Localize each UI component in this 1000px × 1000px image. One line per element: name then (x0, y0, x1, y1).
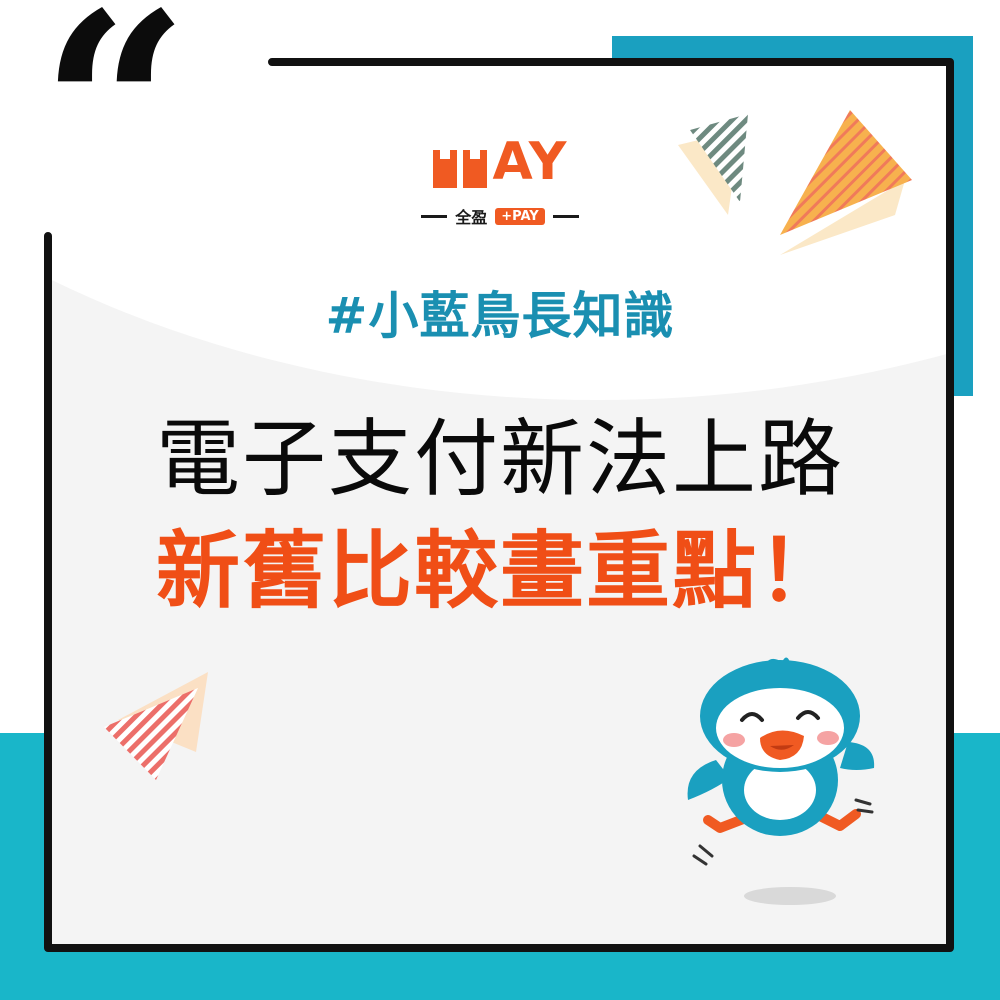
brand-logo-wordmark: AY (432, 132, 568, 192)
mascot-cheek-right (817, 731, 839, 745)
mascot-cheek-left (723, 733, 745, 747)
blue-bird-mascot-icon (687, 657, 875, 905)
brand-logo-sub-text: 全盈 (455, 208, 488, 227)
hashtag-title: #小藍鳥長知識 (325, 287, 675, 345)
subheadline: 新舊比較畫重點！ (155, 522, 844, 620)
logo-blocks-icon (432, 150, 487, 188)
brand-logo-subline: 全盈 +PAY (400, 204, 600, 228)
headline: 電子支付新法上路 (155, 410, 844, 508)
mascot-leg-right (815, 809, 861, 831)
brand-logo: AY 全盈 +PAY (400, 136, 600, 246)
mascot-shadow (744, 887, 836, 905)
brand-logo-pill: +PAY (495, 207, 545, 225)
logo-dash-right (552, 214, 579, 218)
brand-logo-text: AY (492, 132, 568, 192)
quote-mark-icon: “ (40, 0, 190, 262)
logo-dash-left (421, 214, 448, 218)
